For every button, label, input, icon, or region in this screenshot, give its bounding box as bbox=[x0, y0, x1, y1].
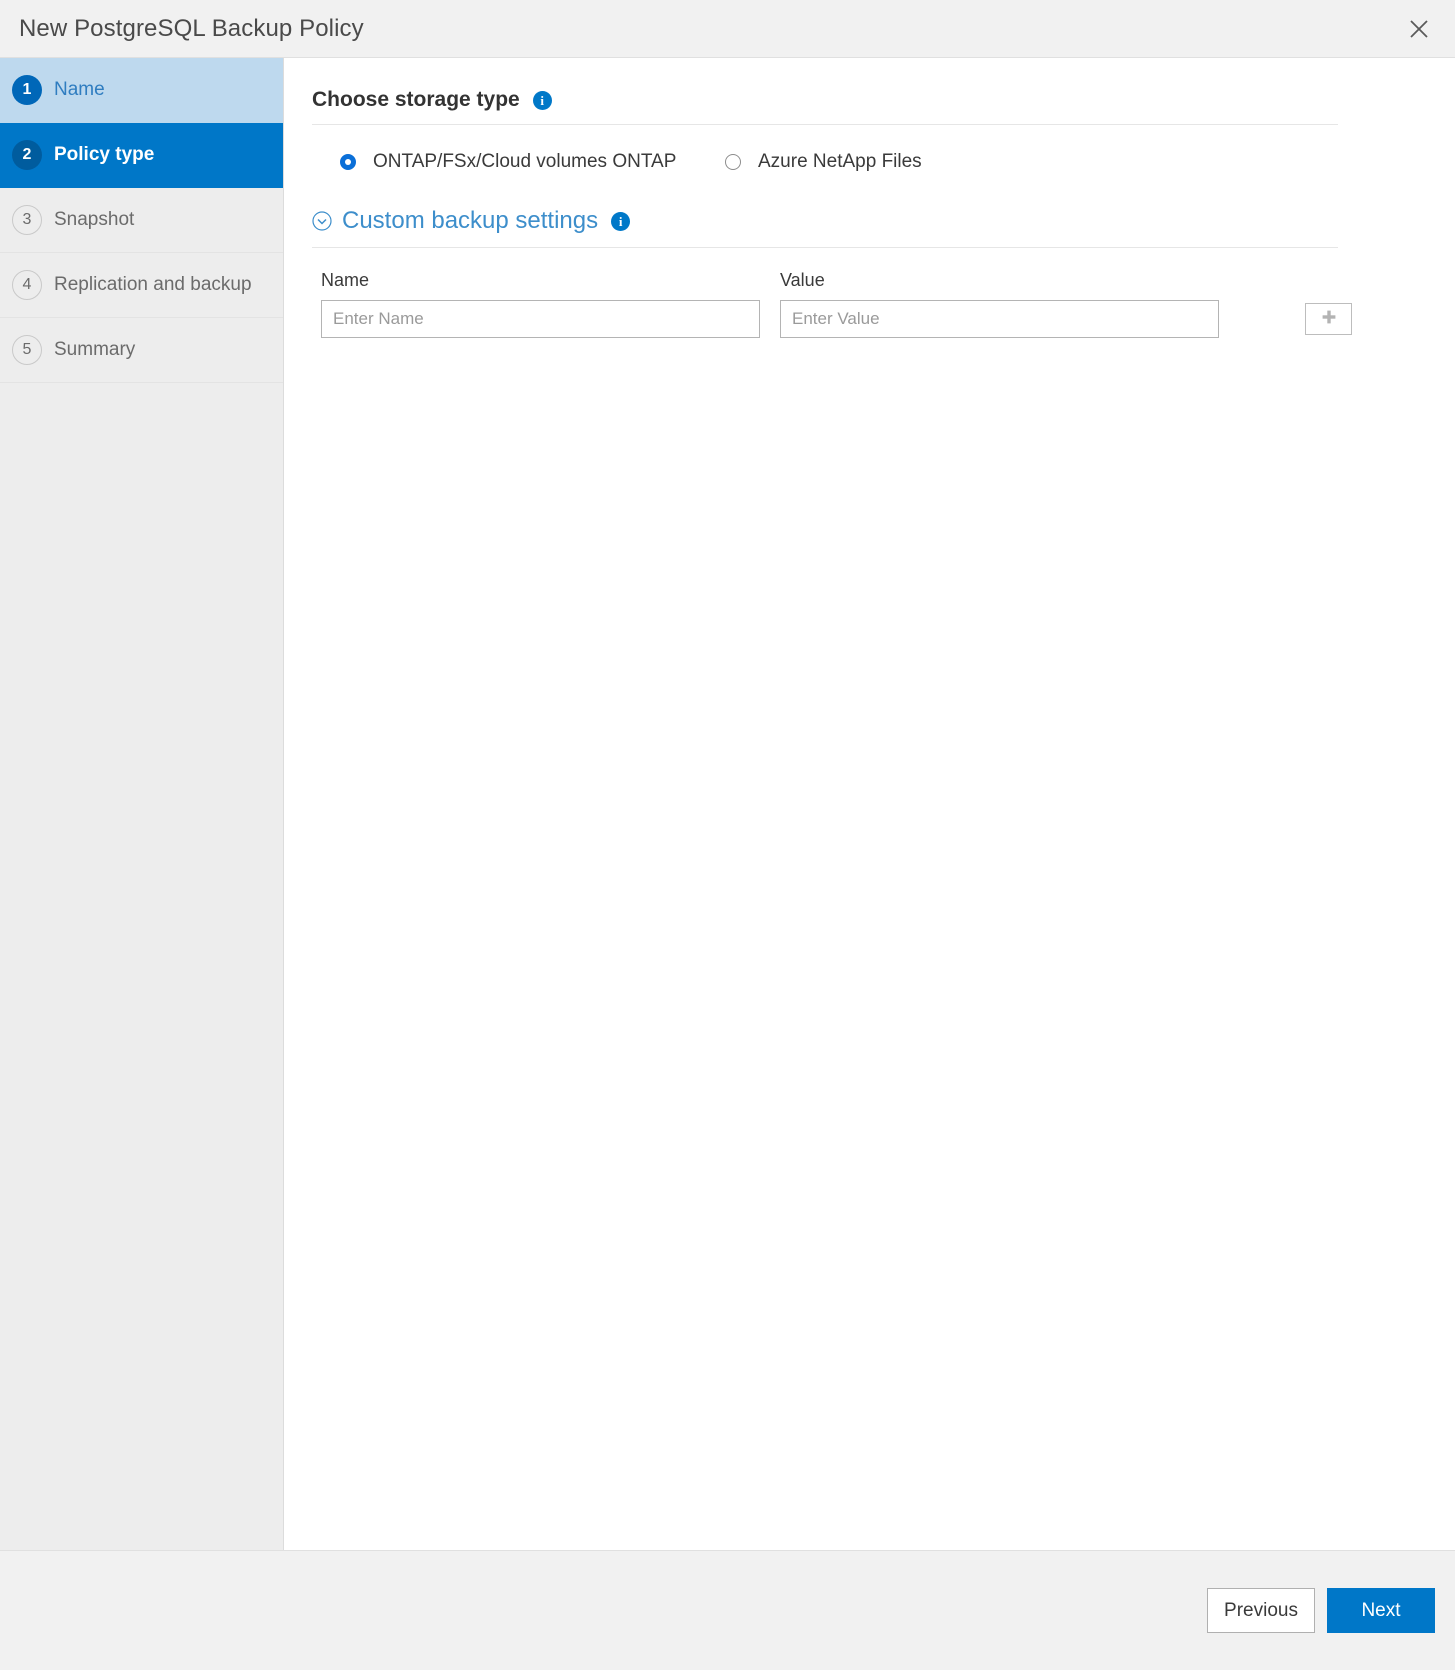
next-button[interactable]: Next bbox=[1327, 1588, 1435, 1633]
radio-label: ONTAP/FSx/Cloud volumes ONTAP bbox=[373, 151, 676, 173]
radio-label: Azure NetApp Files bbox=[758, 151, 922, 173]
radio-mark-icon bbox=[725, 154, 741, 170]
dialog-body: 1 Name 2 Policy type 3 Snapshot 4 Replic… bbox=[0, 58, 1455, 1550]
column-header-value-label: Value bbox=[780, 270, 825, 290]
custom-backup-settings-header[interactable]: Custom backup settings i bbox=[312, 207, 1395, 247]
step-number-badge: 2 bbox=[12, 140, 42, 170]
step-label: Snapshot bbox=[54, 209, 134, 231]
info-icon[interactable]: i bbox=[611, 212, 630, 231]
wizard-content-panel: Choose storage type i ONTAP/FSx/Cloud vo… bbox=[284, 58, 1455, 1550]
close-icon bbox=[1408, 18, 1430, 40]
dialog-footer: Previous Next bbox=[0, 1550, 1455, 1670]
storage-type-header: Choose storage type i bbox=[312, 88, 1395, 124]
chevron-down-circle-icon[interactable] bbox=[312, 211, 332, 231]
close-button[interactable] bbox=[1397, 7, 1441, 51]
setting-value-input[interactable] bbox=[780, 300, 1219, 338]
step-label: Summary bbox=[54, 339, 135, 361]
step-number-badge: 1 bbox=[12, 75, 42, 105]
step-label: Name bbox=[54, 79, 105, 101]
new-backup-policy-dialog: New PostgreSQL Backup Policy 1 Name 2 Po… bbox=[0, 0, 1455, 1670]
radio-mark-icon bbox=[340, 154, 356, 170]
sidebar-step-replication-and-backup[interactable]: 4 Replication and backup bbox=[0, 253, 283, 318]
column-header-name-label: Name bbox=[321, 270, 369, 290]
dialog-titlebar: New PostgreSQL Backup Policy bbox=[0, 0, 1455, 58]
wizard-sidebar: 1 Name 2 Policy type 3 Snapshot 4 Replic… bbox=[0, 58, 284, 1550]
radio-option-azure-netapp-files[interactable]: Azure NetApp Files bbox=[725, 151, 922, 173]
column-header-value: Value bbox=[780, 270, 1239, 291]
custom-settings-row bbox=[312, 300, 1395, 338]
sidebar-step-summary[interactable]: 5 Summary bbox=[0, 318, 283, 383]
step-label: Policy type bbox=[54, 144, 154, 166]
step-number-badge: 4 bbox=[12, 270, 42, 300]
setting-name-input[interactable] bbox=[321, 300, 760, 338]
sidebar-step-policy-type[interactable]: 2 Policy type bbox=[0, 123, 283, 188]
section-divider bbox=[312, 247, 1338, 248]
storage-type-radio-group: ONTAP/FSx/Cloud volumes ONTAP Azure NetA… bbox=[312, 151, 1395, 173]
plus-icon bbox=[1320, 308, 1338, 331]
custom-settings-table-header: Name Value bbox=[312, 270, 1395, 291]
info-icon[interactable]: i bbox=[533, 91, 552, 110]
sidebar-step-name[interactable]: 1 Name bbox=[0, 58, 283, 123]
step-label: Replication and backup bbox=[54, 274, 252, 296]
radio-option-ontap[interactable]: ONTAP/FSx/Cloud volumes ONTAP bbox=[340, 151, 725, 173]
dialog-title: New PostgreSQL Backup Policy bbox=[19, 15, 364, 43]
step-number-badge: 3 bbox=[12, 205, 42, 235]
section-divider bbox=[312, 124, 1338, 125]
add-setting-button[interactable] bbox=[1305, 303, 1352, 335]
previous-button[interactable]: Previous bbox=[1207, 1588, 1315, 1633]
storage-type-title: Choose storage type bbox=[312, 88, 520, 112]
custom-backup-settings-title: Custom backup settings bbox=[342, 207, 598, 235]
sidebar-step-snapshot[interactable]: 3 Snapshot bbox=[0, 188, 283, 253]
column-header-name: Name bbox=[321, 270, 780, 291]
step-number-badge: 5 bbox=[12, 335, 42, 365]
